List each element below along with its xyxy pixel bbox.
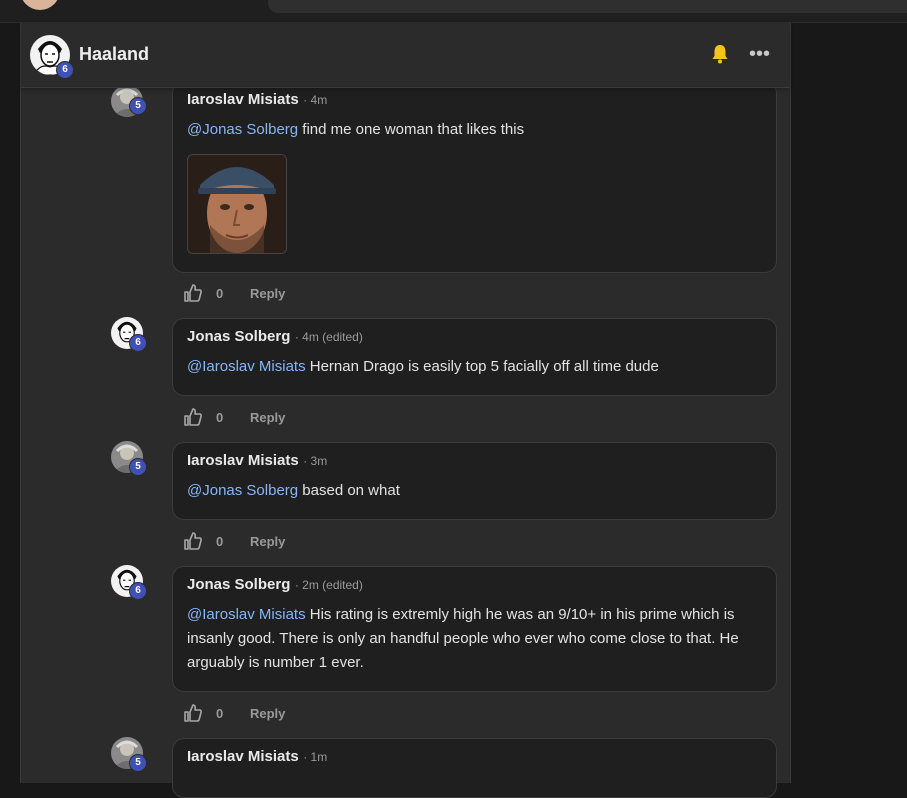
user-mention[interactable]: @Iaroslav Misiats [187, 606, 306, 623]
comment-body: based on what [298, 482, 400, 499]
more-options-icon[interactable]: ••• [749, 43, 770, 66]
comment-author[interactable]: Jonas Solberg [187, 576, 290, 593]
comment-bubble: Jonas Solberg · 2m (edited) @Iaroslav Mi… [172, 566, 777, 692]
chat-header: 6 Haaland ••• [21, 23, 790, 88]
group-avatar[interactable]: 6 [30, 35, 74, 79]
comment-timestamp: · 4m (edited) [294, 330, 363, 344]
like-count: 0 [216, 410, 224, 425]
user-level-badge: 5 [129, 754, 147, 772]
top-navigation-bar [0, 0, 907, 23]
comment-bubble: Iaroslav Misiats · 1m [172, 738, 777, 798]
user-mention[interactable]: @Jonas Solberg [187, 482, 298, 499]
comment-text: @Jonas Solberg based on what [187, 479, 767, 503]
like-count: 0 [216, 706, 224, 721]
comment-author[interactable]: Iaroslav Misiats [187, 748, 299, 765]
thumbs-up-icon[interactable] [183, 283, 203, 303]
bell-icon[interactable] [711, 44, 731, 66]
reply-button[interactable]: Reply [250, 286, 285, 301]
like-count: 0 [216, 286, 224, 301]
comment-text: @Iaroslav Misiats His rating is extremly… [187, 603, 767, 675]
comment-timestamp: · 4m [303, 93, 328, 107]
user-level-badge: 6 [129, 582, 147, 600]
group-member-badge: 6 [56, 61, 74, 79]
comment-bubble: Iaroslav Misiats · 4m @Jonas Solberg fin… [172, 81, 777, 273]
comment-text: @Jonas Solberg find me one woman that li… [187, 118, 767, 142]
comment-header: Iaroslav Misiats · 1m [187, 748, 327, 766]
comment-author[interactable]: Iaroslav Misiats [187, 452, 299, 469]
group-title: Haaland [79, 44, 150, 64]
reply-button[interactable]: Reply [250, 534, 285, 549]
thumbs-up-icon[interactable] [183, 407, 203, 427]
comment-text: @Iaroslav Misiats Hernan Drago is easily… [187, 355, 767, 379]
comment-author[interactable]: Iaroslav Misiats [187, 91, 299, 108]
comment-timestamp: · 2m (edited) [294, 578, 363, 592]
comment-bubble: Jonas Solberg · 4m (edited) @Iaroslav Mi… [172, 318, 777, 396]
user-level-badge: 5 [129, 97, 147, 115]
user-level-badge: 6 [129, 334, 147, 352]
thumbs-up-icon[interactable] [183, 531, 203, 551]
attached-image[interactable] [187, 154, 287, 254]
user-mention[interactable]: @Jonas Solberg [187, 121, 298, 138]
comment-timestamp: · 1m [303, 750, 328, 764]
like-count: 0 [216, 534, 224, 549]
thumbs-up-icon[interactable] [183, 703, 203, 723]
chat-panel: 6 Haaland ••• 5 Iaroslav Misiats · 4m @J… [20, 23, 791, 798]
comment-header: Iaroslav Misiats · 3m [187, 452, 327, 470]
comment-body: Hernan Drago is easily top 5 facially of… [305, 358, 659, 375]
comment-bubble: Iaroslav Misiats · 3m @Jonas Solberg bas… [172, 442, 777, 520]
comment-body: find me one woman that likes this [298, 121, 525, 138]
user-mention[interactable]: @Iaroslav Misiats [187, 358, 306, 375]
comment-timestamp: · 3m [303, 454, 328, 468]
comment-header: Jonas Solberg · 2m (edited) [187, 576, 363, 594]
reply-button[interactable]: Reply [250, 410, 285, 425]
current-user-avatar[interactable] [20, 0, 60, 10]
comment-header: Jonas Solberg · 4m (edited) [187, 328, 363, 346]
search-bar[interactable] [268, 0, 907, 13]
user-level-badge: 5 [129, 458, 147, 476]
comment-author[interactable]: Jonas Solberg [187, 328, 290, 345]
comment-header: Iaroslav Misiats · 4m [187, 91, 327, 109]
reply-button[interactable]: Reply [250, 706, 285, 721]
